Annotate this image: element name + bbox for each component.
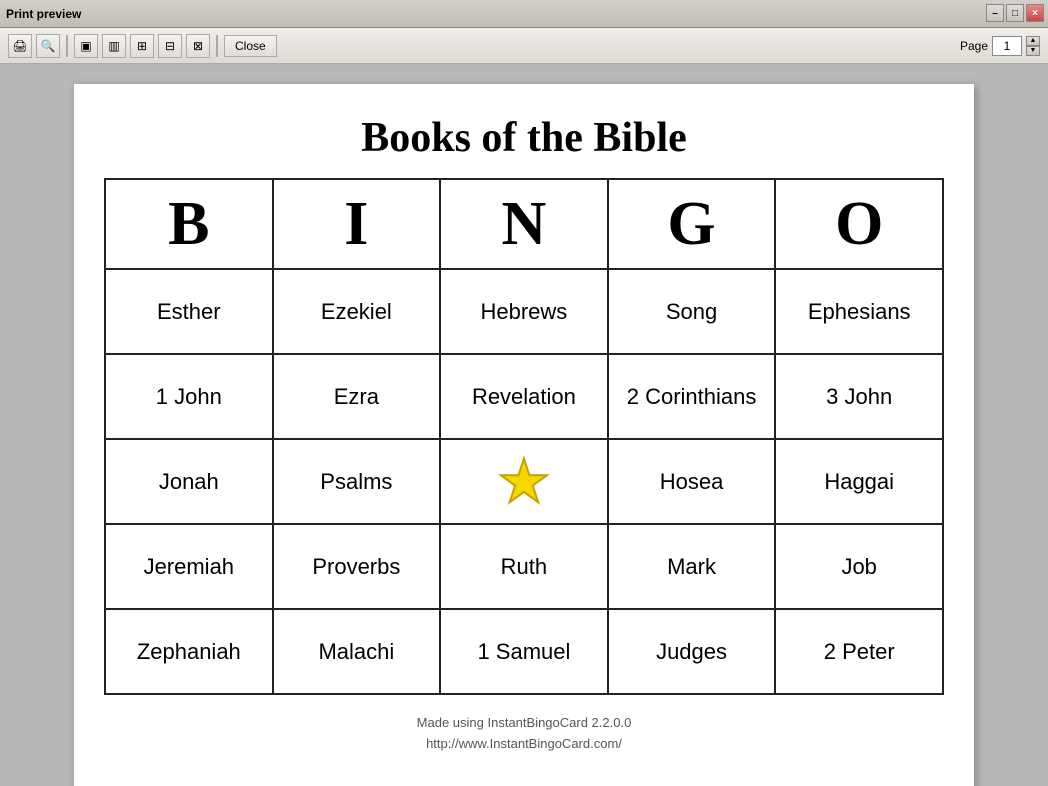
- card-title: Books of the Bible: [361, 114, 687, 162]
- bingo-letter-n: N: [440, 179, 608, 269]
- table-row: Esther Ezekiel Hebrews Song Ephesians: [105, 269, 943, 354]
- page-up-arrow[interactable]: ▲: [1026, 36, 1040, 46]
- zoom-icon[interactable]: 🔍: [36, 34, 60, 58]
- page-number-input[interactable]: [992, 36, 1022, 56]
- footer-line1: Made using InstantBingoCard 2.2.0.0: [417, 713, 632, 734]
- cell-r4c1: Jeremiah: [105, 524, 273, 609]
- minimize-button[interactable]: –: [986, 4, 1004, 22]
- page-down-arrow[interactable]: ▼: [1026, 46, 1040, 56]
- star-icon: ★: [497, 452, 551, 512]
- cell-r5c3: 1 Samuel: [440, 609, 608, 694]
- nav-icon-4[interactable]: ⊟: [158, 34, 182, 58]
- separator-1: [66, 35, 68, 57]
- cell-r5c1: Zephaniah: [105, 609, 273, 694]
- cell-r1c3: Hebrews: [440, 269, 608, 354]
- nav-icon-2[interactable]: ▥: [102, 34, 126, 58]
- bingo-header-row: B I N G O: [105, 179, 943, 269]
- cell-r5c2: Malachi: [273, 609, 441, 694]
- bingo-letter-i: I: [273, 179, 441, 269]
- free-space-cell: ★: [440, 439, 608, 524]
- nav-icon-1[interactable]: ▣: [74, 34, 98, 58]
- bingo-letter-b: B: [105, 179, 273, 269]
- title-bar: Print preview – □ ×: [0, 0, 1048, 28]
- cell-r4c5: Job: [775, 524, 943, 609]
- cell-r1c4: Song: [608, 269, 776, 354]
- cell-r5c5: 2 Peter: [775, 609, 943, 694]
- cell-r1c2: Ezekiel: [273, 269, 441, 354]
- cell-r2c5: 3 John: [775, 354, 943, 439]
- cell-r3c5: Haggai: [775, 439, 943, 524]
- footer: Made using InstantBingoCard 2.2.0.0 http…: [417, 713, 632, 755]
- cell-r2c1: 1 John: [105, 354, 273, 439]
- main-area: Books of the Bible B I N G O Esther Ezek…: [0, 64, 1048, 786]
- bingo-letter-o: O: [775, 179, 943, 269]
- toolbar: 🖨 🔍 ▣ ▥ ⊞ ⊟ ⊠ Close Page ▲ ▼: [0, 28, 1048, 64]
- window-controls: – □ ×: [986, 4, 1044, 22]
- cell-r5c4: Judges: [608, 609, 776, 694]
- page-arrows: ▲ ▼: [1026, 36, 1040, 56]
- close-preview-button[interactable]: Close: [224, 35, 277, 57]
- table-row: Jeremiah Proverbs Ruth Mark Job: [105, 524, 943, 609]
- cell-r1c5: Ephesians: [775, 269, 943, 354]
- bingo-table: B I N G O Esther Ezekiel Hebrews Song Ep…: [104, 178, 944, 695]
- footer-line2: http://www.InstantBingoCard.com/: [417, 734, 632, 755]
- table-row: Zephaniah Malachi 1 Samuel Judges 2 Pete…: [105, 609, 943, 694]
- maximize-button[interactable]: □: [1006, 4, 1024, 22]
- cell-r2c4: 2 Corinthians: [608, 354, 776, 439]
- print-icon[interactable]: 🖨: [8, 34, 32, 58]
- cell-r3c4: Hosea: [608, 439, 776, 524]
- table-row: Jonah Psalms ★ Hosea Haggai: [105, 439, 943, 524]
- nav-icon-3[interactable]: ⊞: [130, 34, 154, 58]
- cell-r3c1: Jonah: [105, 439, 273, 524]
- cell-r4c4: Mark: [608, 524, 776, 609]
- close-window-button[interactable]: ×: [1026, 4, 1044, 22]
- table-row: 1 John Ezra Revelation 2 Corinthians 3 J…: [105, 354, 943, 439]
- print-paper: Books of the Bible B I N G O Esther Ezek…: [74, 84, 974, 786]
- cell-r1c1: Esther: [105, 269, 273, 354]
- cell-r4c2: Proverbs: [273, 524, 441, 609]
- cell-r3c2: Psalms: [273, 439, 441, 524]
- cell-r4c3: Ruth: [440, 524, 608, 609]
- page-text: Page: [960, 39, 988, 53]
- nav-icon-5[interactable]: ⊠: [186, 34, 210, 58]
- page-label-area: Page ▲ ▼: [960, 36, 1040, 56]
- bingo-letter-g: G: [608, 179, 776, 269]
- separator-2: [216, 35, 218, 57]
- window-title: Print preview: [6, 7, 81, 21]
- cell-r2c3: Revelation: [440, 354, 608, 439]
- cell-r2c2: Ezra: [273, 354, 441, 439]
